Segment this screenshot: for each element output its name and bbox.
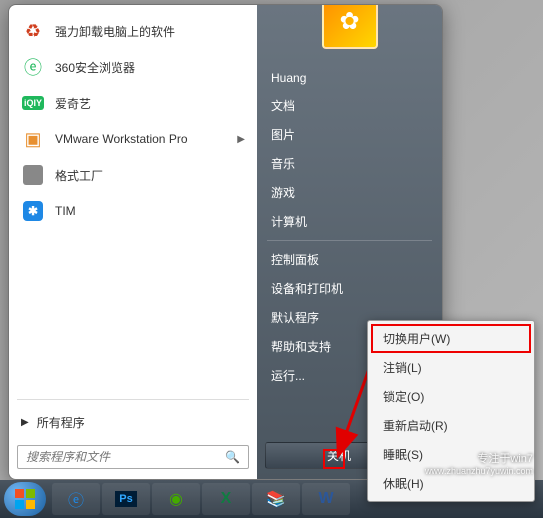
program-item-uninstall[interactable]: ♻ 强力卸载电脑上的软件 [13, 13, 253, 49]
search-input[interactable] [26, 450, 219, 464]
winrar-icon: 📚 [266, 489, 286, 509]
separator [267, 240, 432, 241]
power-item-lock[interactable]: 锁定(O) [371, 382, 531, 411]
excel-icon: X [221, 490, 232, 508]
program-item-tim[interactable]: ✱ TIM [13, 193, 253, 229]
right-item-games[interactable]: 游戏 [257, 178, 442, 207]
watermark: 专注于win7 www.zhuanzhu7yuwin.com [425, 450, 533, 476]
ie-icon: ⓔ [68, 487, 84, 511]
taskbar-item-winrar[interactable]: 📚 [252, 483, 300, 515]
tim-icon: ✱ [21, 199, 45, 223]
iqiyi-icon: iQIY [21, 91, 45, 115]
photoshop-icon: Ps [115, 491, 136, 507]
word-icon: W [318, 490, 333, 508]
user-avatar[interactable]: ✿ [322, 4, 378, 49]
start-menu-left-panel: ♻ 强力卸载电脑上的软件 ⓔ 360安全浏览器 iQIY 爱奇艺 ▣ VMwar… [9, 5, 257, 479]
uninstall-icon: ♻ [21, 19, 45, 43]
power-item-switch-user[interactable]: 切换用户(W) [371, 324, 531, 353]
right-item-music[interactable]: 音乐 [257, 149, 442, 178]
taskbar-item-flash[interactable]: ◉ [152, 483, 200, 515]
program-label: 格式工厂 [55, 167, 103, 184]
power-item-restart[interactable]: 重新启动(R) [371, 411, 531, 440]
program-item-vmware[interactable]: ▣ VMware Workstation Pro ▶ [13, 121, 253, 157]
flash-icon: ◉ [169, 489, 183, 509]
taskbar-item-excel[interactable]: X [202, 483, 250, 515]
program-item-iqiyi[interactable]: iQIY 爱奇艺 [13, 85, 253, 121]
program-item-360[interactable]: ⓔ 360安全浏览器 [13, 49, 253, 85]
watermark-line1: 专注于win7 [425, 450, 533, 466]
watermark-line2: www.zhuanzhu7yuwin.com [425, 466, 533, 476]
right-item-computer[interactable]: 计算机 [257, 207, 442, 236]
chevron-right-icon: ▶ [21, 417, 29, 428]
taskbar-item-ps[interactable]: Ps [102, 483, 150, 515]
chevron-right-icon: ▶ [237, 134, 245, 145]
program-item-format-factory[interactable]: 格式工厂 [13, 157, 253, 193]
right-item-pictures[interactable]: 图片 [257, 120, 442, 149]
program-label: 360安全浏览器 [55, 59, 135, 76]
search-icon: 🔍 [225, 450, 240, 464]
start-button[interactable] [4, 482, 46, 516]
format-factory-icon [21, 163, 45, 187]
windows-logo-icon [13, 487, 37, 511]
program-list: ♻ 强力卸载电脑上的软件 ⓔ 360安全浏览器 iQIY 爱奇艺 ▣ VMwar… [9, 5, 257, 393]
right-item-documents[interactable]: 文档 [257, 91, 442, 120]
right-item-devices[interactable]: 设备和打印机 [257, 274, 442, 303]
power-item-logoff[interactable]: 注销(L) [371, 353, 531, 382]
flower-icon: ✿ [339, 7, 359, 36]
all-programs-button[interactable]: ▶ 所有程序 [9, 406, 257, 439]
program-label: VMware Workstation Pro [55, 132, 188, 146]
vmware-icon: ▣ [21, 127, 45, 151]
right-item-control-panel[interactable]: 控制面板 [257, 245, 442, 274]
program-label: 强力卸载电脑上的软件 [55, 23, 175, 40]
program-label: 爱奇艺 [55, 95, 91, 112]
360-browser-icon: ⓔ [21, 55, 45, 79]
all-programs-label: 所有程序 [37, 414, 85, 431]
user-name[interactable]: Huang [257, 65, 442, 91]
taskbar-item-word[interactable]: W [302, 483, 350, 515]
search-box[interactable]: 🔍 [17, 445, 249, 469]
program-label: TIM [55, 204, 76, 218]
taskbar-item-ie[interactable]: ⓔ [52, 483, 100, 515]
separator [17, 399, 249, 400]
